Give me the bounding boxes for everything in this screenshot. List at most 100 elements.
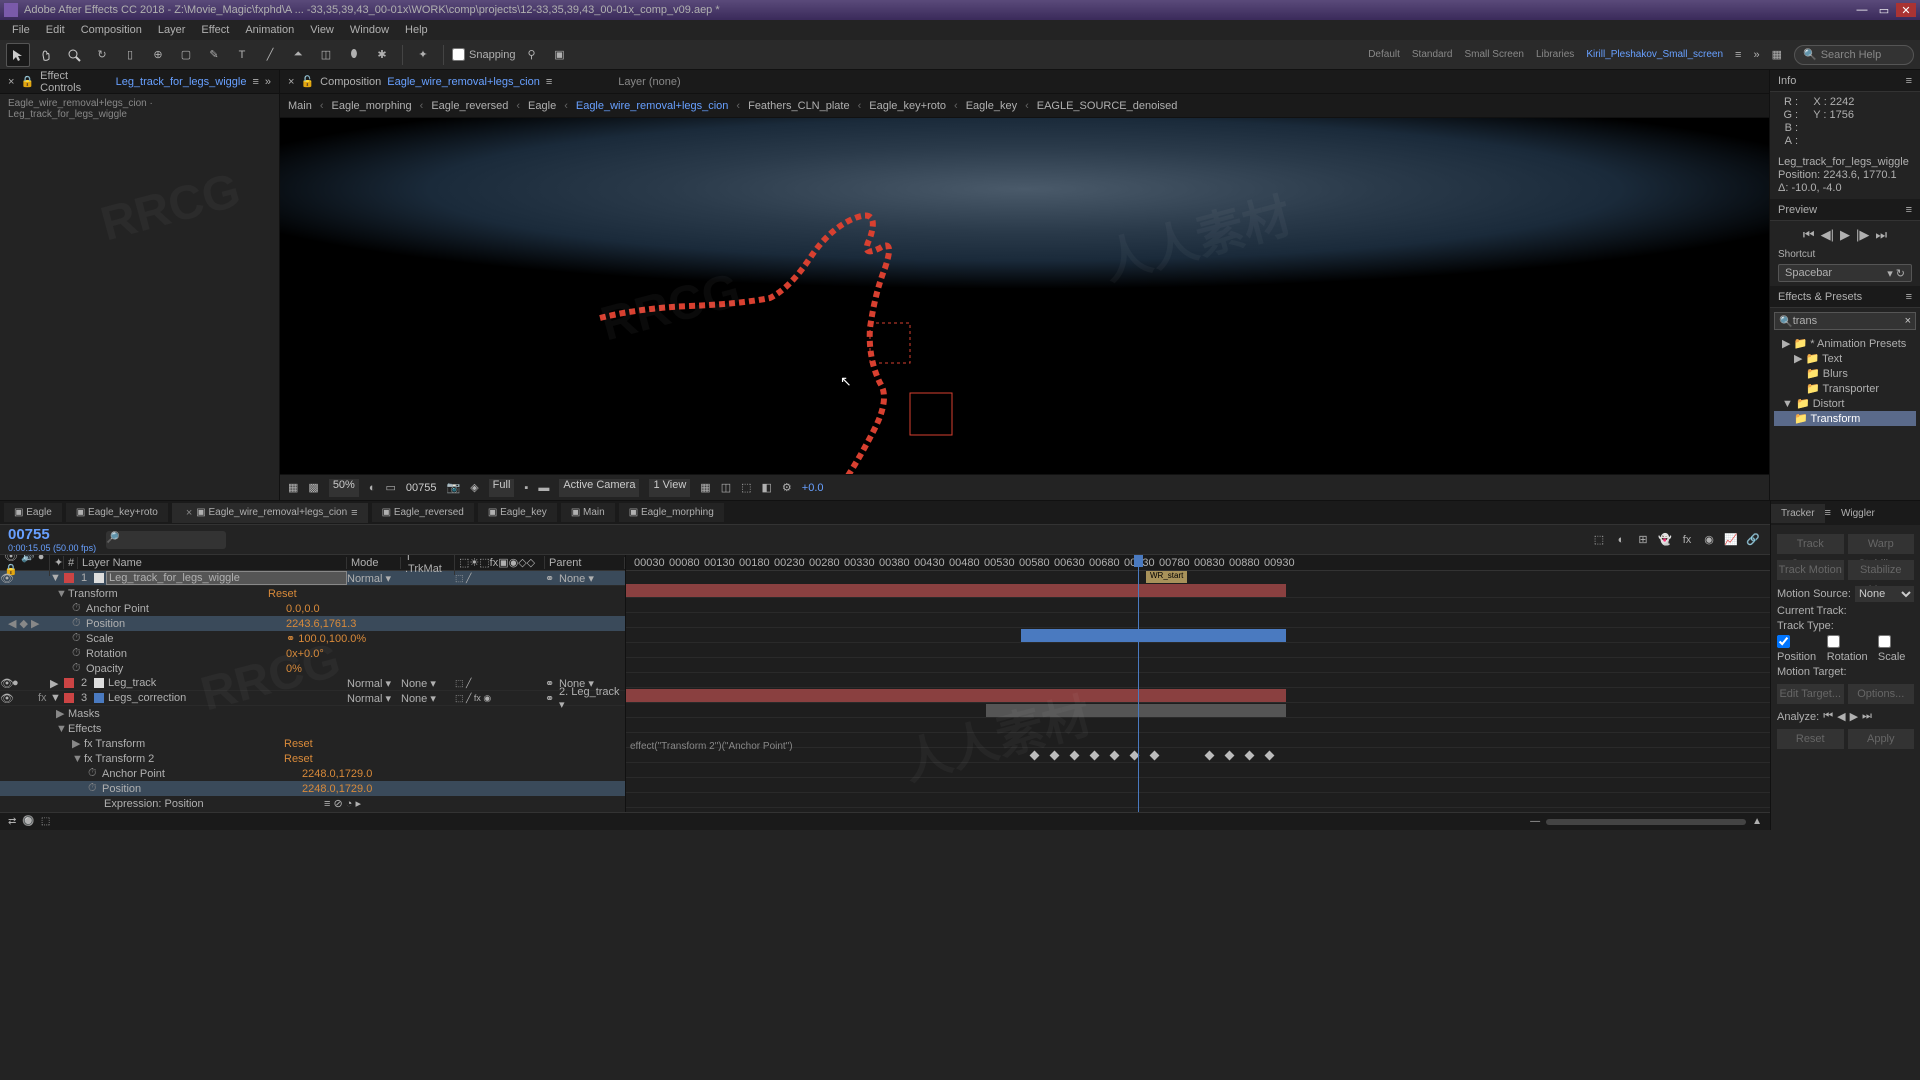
current-frame[interactable]: 00755 <box>406 482 437 494</box>
col-trkmat[interactable]: T .TrkMat <box>401 555 455 575</box>
toggle-switches-icon[interactable]: ⇄ <box>8 816 16 827</box>
layer-tab[interactable]: Layer (none) <box>618 76 680 88</box>
crumb-active[interactable]: Eagle_wire_removal+legs_cion <box>576 100 729 112</box>
rectangle-tool[interactable]: ▢ <box>174 43 198 67</box>
track-motion-button[interactable]: Track Motion <box>1777 560 1844 580</box>
track-row[interactable] <box>626 703 1770 718</box>
search-help-input[interactable]: 🔍Search Help <box>1794 45 1914 65</box>
property-row[interactable]: Expression: Position≡ ⊘ ◔ ▸ <box>0 796 625 811</box>
next-frame-icon[interactable]: |▶ <box>1856 227 1869 243</box>
workspace-standard[interactable]: Standard <box>1412 49 1453 60</box>
minimize-button[interactable]: — <box>1852 3 1872 17</box>
preview-menu-icon[interactable]: ≡ <box>1906 204 1912 216</box>
ep-item[interactable]: ▶ 📁 * Animation Presets <box>1774 336 1916 351</box>
shortcut-select[interactable]: Spacebar▾ ↻ <box>1778 264 1912 282</box>
menu-edit[interactable]: Edit <box>38 22 73 38</box>
keyframe[interactable] <box>1030 751 1040 761</box>
maximize-button[interactable]: ▭ <box>1874 3 1894 17</box>
last-frame-icon[interactable]: ⏭ <box>1875 227 1887 243</box>
menu-file[interactable]: File <box>4 22 38 38</box>
apply-button[interactable]: Apply <box>1848 729 1915 749</box>
workspace-default[interactable]: Default <box>1368 49 1400 60</box>
workspace-small[interactable]: Small Screen <box>1464 49 1523 60</box>
layer-row[interactable]: 👁fx▼3Legs_correctionNormal ▾None ▾⬚ ╱ fx… <box>0 691 625 706</box>
timeline-tab[interactable]: ▣ Eagle_key+roto <box>66 503 168 522</box>
zoom-tool[interactable] <box>62 43 86 67</box>
timeline-tab[interactable]: ▣ Main <box>561 503 615 522</box>
workspace-menu-icon[interactable]: ≡ <box>1735 49 1741 61</box>
ec-expand-icon[interactable]: » <box>265 76 271 88</box>
analyze-fwdstep-icon[interactable]: ▶ <box>1850 710 1858 723</box>
clone-tool[interactable]: ⏶ <box>286 43 310 67</box>
vfoot-4[interactable]: ◧ <box>762 481 772 494</box>
zoom-select[interactable]: 50% <box>329 479 359 497</box>
keyframe[interactable] <box>1245 751 1255 761</box>
track-row[interactable] <box>626 673 1770 688</box>
scale-checkbox[interactable]: Scale <box>1878 635 1914 663</box>
property-row[interactable]: ⏱Opacity0% <box>0 661 625 676</box>
ep-item[interactable]: ▶ 📁 Text <box>1774 351 1916 366</box>
menu-effect[interactable]: Effect <box>193 22 237 38</box>
property-row[interactable]: ▼TransformReset <box>0 586 625 601</box>
crumb-feathers[interactable]: Feathers_CLN_plate <box>748 100 850 112</box>
tl-tool-graph[interactable]: 📈 <box>1722 531 1740 549</box>
keyframe[interactable] <box>1070 751 1080 761</box>
col-mode[interactable]: Mode <box>347 557 401 569</box>
crumb-eagle[interactable]: Eagle <box>528 100 556 112</box>
timeline-tab[interactable]: ▣ Eagle_morphing <box>619 503 724 522</box>
camera-tool[interactable]: ▯ <box>118 43 142 67</box>
keyframe[interactable] <box>1110 751 1120 761</box>
analyze-fwd-icon[interactable]: ⏭ <box>1862 710 1872 723</box>
toggle-1[interactable]: 🔘 <box>22 816 34 827</box>
marker[interactable]: WR_start <box>1146 571 1187 583</box>
crumb-key[interactable]: Eagle_key <box>966 100 1017 112</box>
transparency-icon[interactable]: ▩ <box>308 481 318 494</box>
tracker-tab[interactable]: Tracker <box>1771 504 1825 523</box>
crumb-reversed[interactable]: Eagle_reversed <box>431 100 508 112</box>
options-button[interactable]: Options... <box>1848 684 1915 704</box>
info-menu-icon[interactable]: ≡ <box>1906 75 1912 87</box>
menu-view[interactable]: View <box>302 22 342 38</box>
roto-tool[interactable]: ⬮ <box>342 43 366 67</box>
res-select[interactable]: Full <box>489 479 515 497</box>
composition-viewer[interactable]: ↖ <box>280 118 1769 474</box>
grid-icon[interactable]: ▦ <box>288 481 298 494</box>
ep-item[interactable]: ▼ 📁 Distort <box>1774 396 1916 411</box>
tl-tool-link[interactable]: 🔗 <box>1744 531 1762 549</box>
track-row[interactable] <box>626 598 1770 613</box>
ep-item[interactable]: 📁 Transform <box>1774 411 1916 426</box>
track-row[interactable] <box>626 733 1770 748</box>
timeline-tab[interactable]: ▣ Eagle_key <box>478 503 557 522</box>
rotation-checkbox[interactable]: Rotation <box>1827 635 1874 663</box>
track-row[interactable] <box>626 613 1770 628</box>
workspace-libraries[interactable]: Libraries <box>1536 49 1574 60</box>
tl-tool-mb[interactable]: ◉ <box>1700 531 1718 549</box>
analyze-back-icon[interactable]: ⏮ <box>1823 710 1833 723</box>
tl-tool-shy[interactable]: 👻 <box>1656 531 1674 549</box>
layer-bar[interactable] <box>626 584 1286 597</box>
keyframe[interactable] <box>1090 751 1100 761</box>
property-row[interactable]: ◀ ◆ ▶⏱Position2243.6,1761.3 <box>0 616 625 631</box>
pan-behind-tool[interactable]: ⊕ <box>146 43 170 67</box>
current-time-indicator[interactable] <box>1138 555 1139 812</box>
close-button[interactable]: ✕ <box>1896 3 1916 17</box>
snap-opt1[interactable]: ⚲ <box>520 43 544 67</box>
vfoot-5[interactable]: ⚙ <box>782 481 792 494</box>
col-layername[interactable]: Layer Name <box>78 557 347 569</box>
ec-menu-icon[interactable]: ≡ <box>252 76 258 88</box>
ep-menu-icon[interactable]: ≡ <box>1906 291 1912 303</box>
rotation-tool[interactable]: ↻ <box>90 43 114 67</box>
track-camera-button[interactable]: Track Camera <box>1777 534 1844 554</box>
property-row[interactable]: ⏱Position2248.0,1729.0 <box>0 781 625 796</box>
tl-tool-3[interactable]: ⊞ <box>1634 531 1652 549</box>
track-row[interactable] <box>626 793 1770 808</box>
track-row[interactable] <box>626 748 1770 763</box>
hand-tool[interactable] <box>34 43 58 67</box>
ec-layer-link[interactable]: Leg_track_for_legs_wiggle <box>116 76 247 88</box>
keyframe[interactable] <box>1205 751 1215 761</box>
property-row[interactable]: ▼Effects <box>0 721 625 736</box>
timeline-zoom-slider[interactable] <box>1546 819 1746 825</box>
ep-item[interactable]: 📁 Blurs <box>1774 366 1916 381</box>
warp-stabilizer-button[interactable]: Warp Stabilizer <box>1848 534 1915 554</box>
vfoot-3[interactable]: ⬚ <box>741 481 751 494</box>
